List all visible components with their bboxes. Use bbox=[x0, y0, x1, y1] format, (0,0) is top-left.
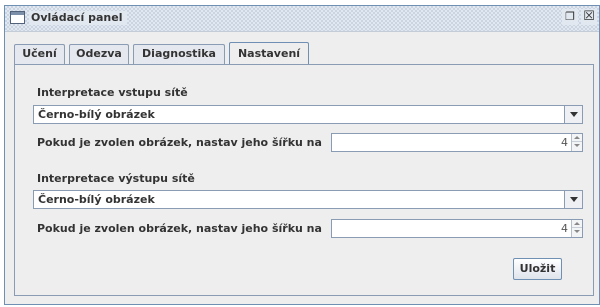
input-width-spinner[interactable]: 4 bbox=[331, 133, 583, 152]
input-width-value: 4 bbox=[561, 136, 568, 149]
tab-uceni[interactable]: Učení bbox=[14, 44, 65, 64]
tab-diagnostika[interactable]: Diagnostika bbox=[133, 44, 225, 64]
chevron-down-icon[interactable] bbox=[564, 191, 582, 208]
output-interpretation-combo[interactable]: Černo-bílý obrázek bbox=[33, 190, 583, 209]
spinner-buttons bbox=[571, 134, 582, 151]
spin-up-icon[interactable] bbox=[572, 220, 582, 228]
save-button[interactable]: Uložit bbox=[513, 258, 562, 280]
output-width-value: 4 bbox=[561, 222, 568, 235]
output-combo-value: Černo-bílý obrázek bbox=[38, 193, 155, 206]
title-bar[interactable]: Ovládací panel ❐ ☒ bbox=[5, 6, 599, 32]
input-interpretation-combo[interactable]: Černo-bílý obrázek bbox=[33, 105, 583, 124]
close-icon[interactable]: ☒ bbox=[581, 9, 597, 25]
input-width-label: Pokud je zvolen obrázek, nastav jeho šíř… bbox=[37, 136, 322, 149]
output-width-label: Pokud je zvolen obrázek, nastav jeho šíř… bbox=[37, 222, 322, 235]
chevron-down-icon[interactable] bbox=[564, 106, 582, 123]
window-title: Ovládací panel bbox=[29, 11, 127, 25]
output-width-spinner[interactable]: 4 bbox=[331, 219, 583, 238]
output-interpretation-label: Interpretace výstupu sítě bbox=[37, 172, 195, 185]
input-combo-value: Černo-bílý obrázek bbox=[38, 108, 155, 121]
spin-down-icon[interactable] bbox=[572, 142, 582, 150]
spin-down-icon[interactable] bbox=[572, 228, 582, 236]
maximize-icon[interactable]: ❐ bbox=[562, 9, 578, 25]
input-interpretation-label: Interpretace vstupu sítě bbox=[37, 86, 188, 99]
spin-up-icon[interactable] bbox=[572, 134, 582, 142]
spinner-buttons bbox=[571, 220, 582, 237]
window-icon bbox=[10, 11, 25, 24]
tab-odezva[interactable]: Odezva bbox=[69, 44, 129, 64]
tab-nastaveni[interactable]: Nastavení bbox=[229, 42, 309, 65]
